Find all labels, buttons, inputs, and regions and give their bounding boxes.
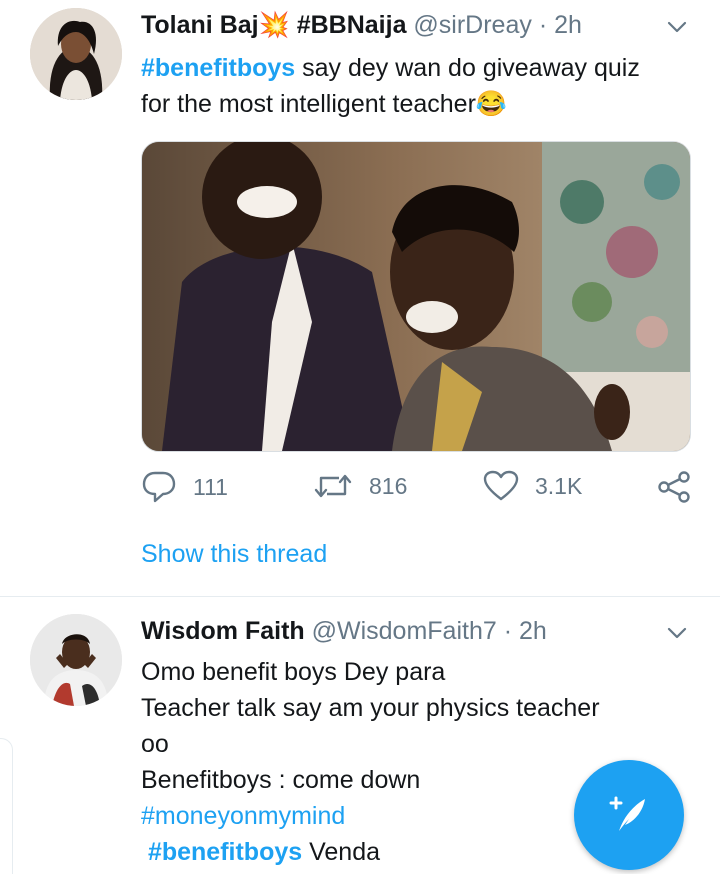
tweet-text-line: Benefitboys : come down (141, 766, 421, 794)
tweet-text: Omo benefit boys Dey para Teacher talk s… (141, 654, 600, 870)
side-panel-edge (0, 738, 13, 874)
separator: · (503, 617, 513, 645)
tweet-text-line: Omo benefit boys Dey para (141, 658, 446, 686)
tweet-text-line: oo (141, 730, 169, 758)
hashtag-link[interactable]: #moneyonmymind (141, 802, 345, 830)
timestamp[interactable]: 2h (519, 617, 547, 645)
tweet-text-line: Teacher talk say am your physics teacher (141, 694, 600, 722)
tweet-text-line: Venda (302, 838, 381, 866)
chevron-down-icon[interactable] (664, 620, 690, 646)
tweet-2[interactable]: Wisdom Faith @WisdomFaith7 · 2h Omo bene… (0, 0, 720, 873)
display-name[interactable]: Wisdom Faith (141, 617, 305, 645)
tweet-header: Wisdom Faith @WisdomFaith7 · 2h (141, 616, 547, 646)
compose-tweet-button[interactable] (574, 760, 684, 870)
username[interactable]: @WisdomFaith7 (312, 617, 497, 645)
avatar[interactable] (30, 614, 122, 706)
compose-feather-icon (609, 796, 645, 831)
hashtag-link[interactable]: #benefitboys (148, 838, 302, 866)
avatar-image (30, 614, 122, 706)
